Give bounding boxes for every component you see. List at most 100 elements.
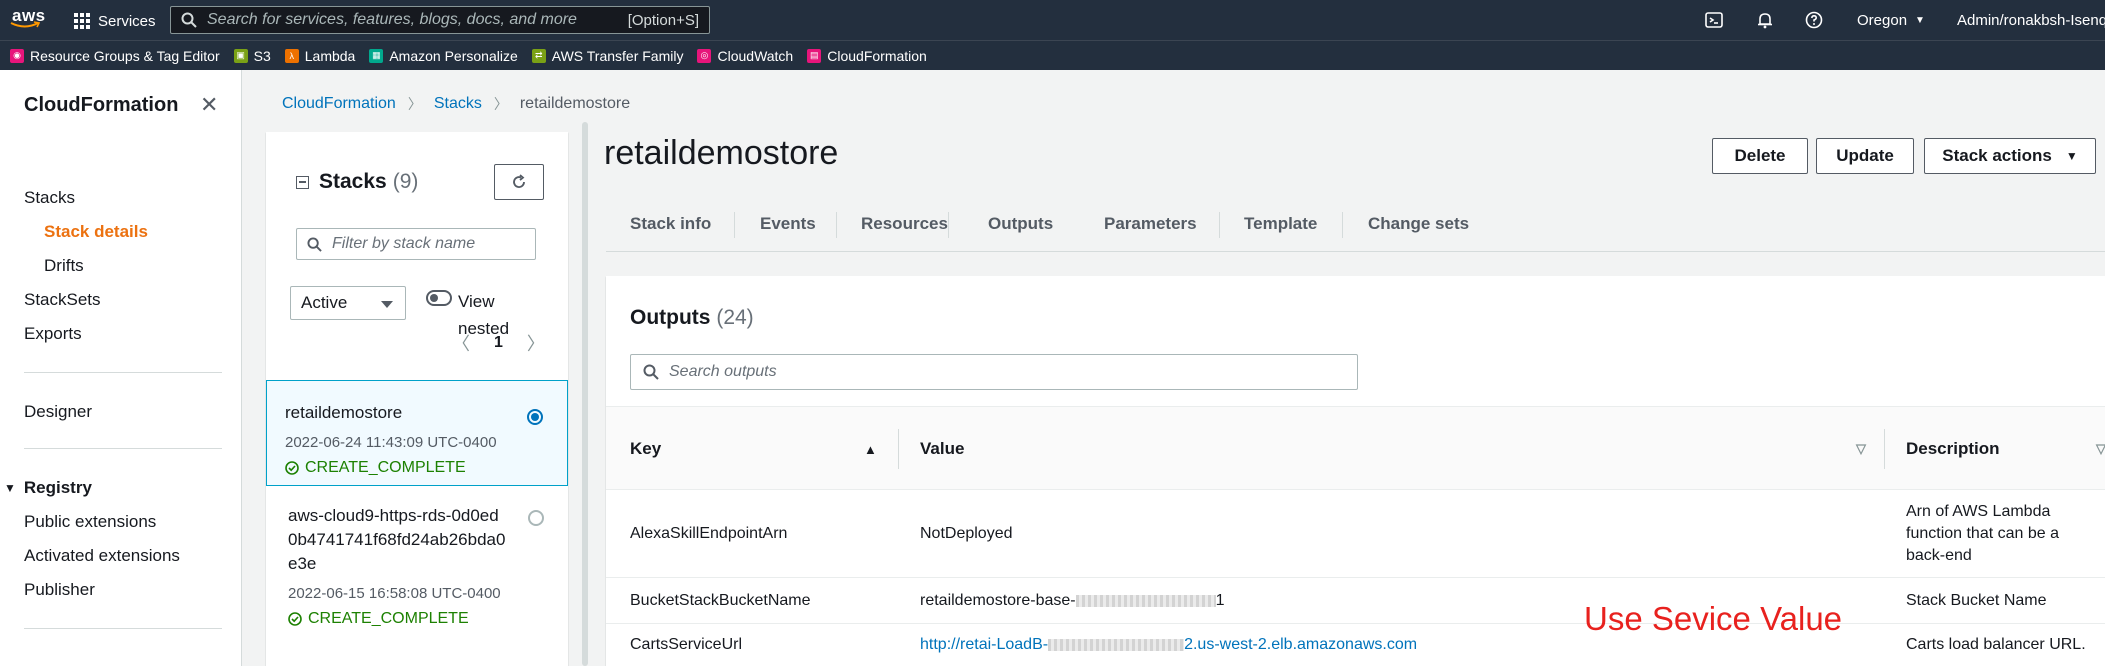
sidenav-item-publisher[interactable]: Publisher: [24, 580, 95, 600]
caret-down-icon: ▼: [4, 481, 16, 495]
favorite-s3[interactable]: ▣ S3: [233, 47, 271, 64]
stack-actions-button[interactable]: Stack actions ▼: [1924, 138, 2096, 174]
sidenav-item-exports[interactable]: Exports: [24, 324, 82, 344]
panel-resize-handle[interactable]: [582, 122, 588, 666]
breadcrumb-cloudformation[interactable]: CloudFormation: [282, 95, 396, 113]
tab-resources[interactable]: Resources: [861, 196, 948, 252]
sort-icon[interactable]: ▽: [1856, 441, 1866, 457]
favorite-resource-groups[interactable]: ◉ Resource Groups & Tag Editor: [10, 48, 220, 64]
aws-logo[interactable]: aws: [10, 6, 45, 32]
notifications-bell-icon[interactable]: [1755, 10, 1775, 30]
favorite-label: Lambda: [304, 47, 356, 64]
table-row: BucketStackBucketName retaildemostore-ba…: [606, 578, 2105, 624]
favorite-transfer-family[interactable]: ⇄ AWS Transfer Family: [531, 47, 684, 64]
favorite-lambda[interactable]: λ Lambda: [284, 47, 356, 64]
stack-filter-input[interactable]: Filter by stack name: [296, 228, 536, 260]
carts-service-url-link[interactable]: http://retai-LoadB- 2.us-west-2.elb.amazo…: [920, 624, 1417, 666]
grid-icon: [74, 13, 90, 29]
stack-radio-selected[interactable]: [527, 409, 543, 425]
tab-outputs[interactable]: Outputs: [964, 196, 1077, 252]
column-separator: [1884, 429, 1885, 469]
help-icon[interactable]: [1804, 10, 1824, 30]
value-suffix: 1: [1215, 592, 1225, 609]
favorite-label: AWS Transfer Family: [551, 47, 684, 64]
services-menu[interactable]: Services: [74, 10, 156, 32]
stack-name: aws-cloud9-https-rds-0d0ed0b4741741f68fd…: [288, 506, 506, 573]
column-header-description[interactable]: Description ▽: [1906, 407, 2105, 491]
sidenav-item-stack-details[interactable]: Stack details: [44, 222, 148, 242]
tab-separator: [1219, 212, 1220, 238]
cloudwatch-icon: ◎: [697, 48, 712, 63]
sidenav-item-stacks[interactable]: Stacks: [24, 188, 75, 208]
refresh-button[interactable]: [494, 164, 544, 200]
search-icon: [643, 364, 659, 380]
sort-ascending-icon[interactable]: ▲: [864, 442, 877, 457]
outputs-title: Outputs (24): [630, 306, 754, 330]
sort-icon[interactable]: ▽: [2096, 441, 2105, 457]
outputs-container: Outputs (24) Search outputs Key ▲ Value …: [606, 276, 2105, 666]
sidenav-item-activated-extensions[interactable]: Activated extensions: [24, 546, 180, 566]
caret-down-icon: ▼: [2065, 149, 2078, 163]
collapse-icon[interactable]: [296, 175, 309, 189]
sidenav-item-stacksets[interactable]: StackSets: [24, 290, 101, 310]
favorites-bar: ◉ Resource Groups & Tag Editor ▣ S3 λ Lambd…: [0, 40, 2105, 70]
column-label: Value: [920, 439, 965, 458]
chevron-left-icon[interactable]: 〈: [452, 330, 470, 356]
view-nested-toggle[interactable]: [426, 290, 452, 306]
region-label: Oregon: [1857, 11, 1908, 29]
account-label: Admin/ronakbsh-Isenq: [1957, 11, 2105, 29]
sidenav-item-drifts[interactable]: Drifts: [44, 256, 84, 276]
stacks-panel-title: Stacks (9): [296, 170, 418, 194]
stack-radio[interactable]: [528, 510, 544, 526]
account-menu[interactable]: Admin/ronakbsh-Isenq: [1957, 0, 2105, 40]
global-search-input[interactable]: Search for services, features, blogs, do…: [170, 6, 710, 34]
tab-change-sets[interactable]: Change sets: [1368, 196, 1469, 252]
cloudshell-icon[interactable]: [1704, 10, 1724, 30]
close-icon[interactable]: ✕: [200, 92, 218, 118]
outputs-search-input[interactable]: Search outputs: [630, 354, 1358, 390]
favorite-label: S3: [253, 47, 271, 64]
output-key: BucketStackBucketName: [630, 592, 811, 609]
sidenav-item-designer[interactable]: Designer: [24, 402, 92, 422]
filter-placeholder: Filter by stack name: [332, 235, 476, 252]
status-filter-select[interactable]: Active: [290, 286, 406, 320]
page-number[interactable]: 1: [494, 334, 503, 352]
tab-events[interactable]: Events: [760, 196, 816, 252]
column-label: Description: [1906, 439, 2000, 458]
favorite-label: CloudWatch: [717, 47, 794, 64]
breadcrumb-stacks[interactable]: Stacks: [434, 95, 482, 113]
registry-label: Registry: [23, 478, 92, 497]
cloudformation-icon: ▤: [807, 48, 822, 63]
outputs-search-placeholder: Search outputs: [669, 363, 777, 380]
favorite-cloudwatch[interactable]: ◎ CloudWatch: [697, 48, 793, 64]
update-button[interactable]: Update: [1816, 138, 1914, 174]
redacted-region: [1048, 639, 1185, 651]
column-separator: [898, 429, 899, 469]
annotation-text: Use Sevice Value: [1584, 600, 1843, 637]
tab-stack-info[interactable]: Stack info: [630, 196, 711, 252]
tab-template[interactable]: Template: [1244, 196, 1317, 252]
stack-list-item[interactable]: retaildemostore 2022-06-24 11:43:09 UTC-…: [266, 380, 568, 486]
chevron-right-icon[interactable]: 〉: [527, 330, 545, 356]
output-key: AlexaSkillEndpointArn: [630, 525, 788, 542]
tab-parameters[interactable]: Parameters: [1104, 196, 1197, 252]
caret-down-icon: ▼: [1915, 14, 1925, 26]
favorite-cloudformation[interactable]: ▤ CloudFormation: [807, 48, 927, 64]
search-icon: [307, 236, 322, 252]
sidenav-section-registry[interactable]: ▼ Registry: [4, 478, 92, 498]
stack-list-item[interactable]: aws-cloud9-https-rds-0d0ed0b4741741f68fd…: [266, 486, 568, 646]
favorite-personalize[interactable]: ▦ Amazon Personalize: [369, 47, 518, 64]
table-header: Key ▲ Value ▽ Description ▽: [606, 406, 2105, 490]
breadcrumb: CloudFormation 〉 Stacks 〉 retaildemostor…: [282, 94, 630, 114]
sidenav-item-public-extensions[interactable]: Public extensions: [24, 512, 156, 532]
column-header-key[interactable]: Key ▲: [630, 407, 877, 491]
table-row: CartsServiceUrl http://retai-LoadB- 2.us-…: [606, 624, 2105, 666]
check-circle-icon: [285, 461, 299, 475]
s3-icon: ▣: [233, 48, 248, 63]
delete-button[interactable]: Delete: [1712, 138, 1808, 174]
favorite-label: Amazon Personalize: [389, 47, 518, 64]
column-header-value[interactable]: Value ▽: [920, 407, 1880, 491]
value-suffix: 2.us-west-2.elb.amazonaws.com: [1184, 636, 1418, 653]
region-selector[interactable]: Oregon ▼: [1857, 0, 1925, 40]
divider: [24, 628, 222, 629]
